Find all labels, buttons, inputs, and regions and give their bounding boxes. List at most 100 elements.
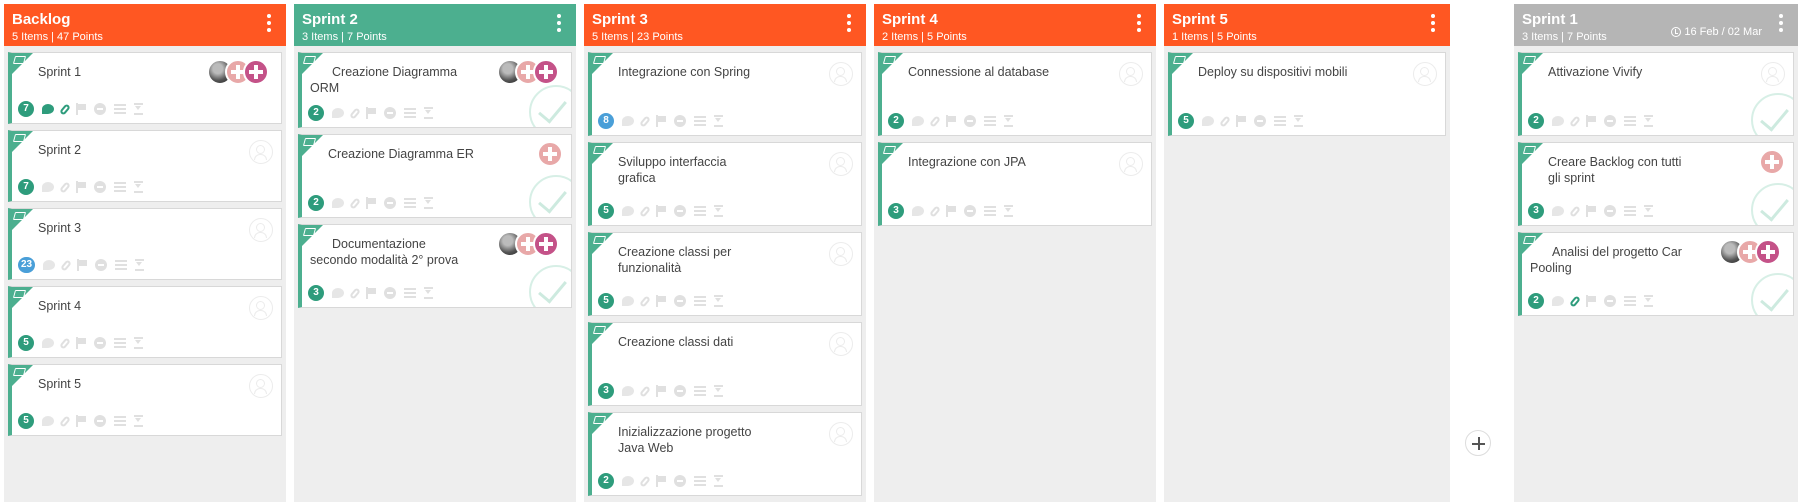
paperclip-icon[interactable] — [59, 102, 71, 116]
add-user-icon[interactable] — [249, 374, 273, 398]
block-icon[interactable] — [384, 107, 396, 119]
comment-icon[interactable] — [42, 182, 54, 192]
assignees[interactable] — [497, 59, 563, 85]
comment-icon[interactable] — [1202, 116, 1214, 126]
hourglass-icon[interactable] — [1004, 205, 1013, 217]
hourglass-icon[interactable] — [134, 181, 143, 193]
column-header[interactable]: Sprint 3 5 Items | 23 Points — [584, 4, 866, 46]
hourglass-icon[interactable] — [714, 295, 723, 307]
paperclip-icon[interactable] — [349, 106, 361, 120]
comment-icon[interactable] — [622, 476, 634, 486]
block-icon[interactable] — [94, 181, 106, 193]
comment-icon[interactable] — [43, 260, 56, 270]
assignees[interactable] — [1759, 149, 1785, 175]
list-icon[interactable] — [694, 295, 706, 307]
comment-icon[interactable] — [622, 296, 634, 306]
paperclip-icon[interactable] — [1569, 114, 1581, 128]
flag-icon[interactable] — [77, 259, 88, 271]
flag-icon[interactable] — [656, 115, 666, 127]
comment-icon[interactable] — [42, 338, 54, 348]
list-icon[interactable] — [694, 385, 706, 397]
paperclip-icon[interactable] — [59, 336, 71, 350]
column-header[interactable]: Sprint 4 2 Items | 5 Points — [874, 4, 1156, 46]
more-vertical-icon[interactable] — [846, 14, 852, 36]
block-icon[interactable] — [674, 115, 686, 127]
flag-icon[interactable] — [366, 197, 376, 209]
block-icon[interactable] — [674, 205, 686, 217]
flag-icon[interactable] — [1586, 295, 1596, 307]
comment-icon[interactable] — [332, 198, 344, 208]
hourglass-icon[interactable] — [1644, 115, 1653, 127]
add-user-icon[interactable] — [249, 140, 273, 164]
story-card[interactable]: Creazione classi dati 3 — [588, 322, 862, 406]
hourglass-icon[interactable] — [714, 115, 723, 127]
story-card[interactable]: Sprint 4 5 — [8, 286, 282, 358]
flag-icon[interactable] — [1586, 115, 1596, 127]
hourglass-icon[interactable] — [134, 337, 143, 349]
paperclip-icon[interactable] — [60, 258, 72, 272]
more-vertical-icon[interactable] — [266, 14, 272, 36]
comment-icon[interactable] — [332, 108, 344, 118]
block-icon[interactable] — [964, 205, 976, 217]
story-card[interactable]: Integrazione con JPA 3 — [878, 142, 1152, 226]
hourglass-icon[interactable] — [1294, 115, 1303, 127]
flag-icon[interactable] — [1586, 205, 1596, 217]
flag-icon[interactable] — [1236, 115, 1246, 127]
block-icon[interactable] — [674, 295, 686, 307]
hourglass-icon[interactable] — [424, 287, 433, 299]
block-icon[interactable] — [1604, 295, 1616, 307]
hourglass-icon[interactable] — [134, 415, 143, 427]
block-icon[interactable] — [674, 475, 686, 487]
story-card[interactable]: Integrazione con Spring 8 — [588, 52, 862, 136]
list-icon[interactable] — [694, 205, 706, 217]
flag-icon[interactable] — [946, 205, 956, 217]
list-icon[interactable] — [1624, 115, 1636, 127]
hourglass-icon[interactable] — [134, 103, 143, 115]
flag-icon[interactable] — [76, 103, 86, 115]
more-vertical-icon[interactable] — [1430, 14, 1436, 36]
list-icon[interactable] — [694, 115, 706, 127]
add-user-icon[interactable] — [1761, 62, 1785, 86]
block-icon[interactable] — [1254, 115, 1266, 127]
hourglass-icon[interactable] — [424, 197, 433, 209]
column-header[interactable]: Sprint 2 3 Items | 7 Points — [294, 4, 576, 46]
more-vertical-icon[interactable] — [1778, 14, 1784, 36]
add-user-icon[interactable] — [249, 218, 273, 242]
block-icon[interactable] — [384, 197, 396, 209]
list-icon[interactable] — [404, 287, 416, 299]
paperclip-icon[interactable] — [639, 294, 651, 308]
column-header[interactable]: Backlog 5 Items | 47 Points — [4, 4, 286, 46]
list-icon[interactable] — [114, 103, 126, 115]
flag-icon[interactable] — [656, 475, 666, 487]
story-card[interactable]: Analisi del progetto Car Pooling 2 — [1518, 232, 1794, 316]
paperclip-icon[interactable] — [349, 196, 361, 210]
list-icon[interactable] — [404, 197, 416, 209]
story-card[interactable]: Connessione al database 2 — [878, 52, 1152, 136]
story-card[interactable]: Sprint 1 7 — [8, 52, 282, 124]
add-user-icon[interactable] — [829, 332, 853, 356]
comment-icon[interactable] — [912, 206, 924, 216]
paperclip-icon[interactable] — [639, 474, 651, 488]
story-card[interactable]: Sprint 2 7 — [8, 130, 282, 202]
block-icon[interactable] — [94, 415, 106, 427]
comment-icon[interactable] — [332, 288, 344, 298]
hourglass-icon[interactable] — [714, 475, 723, 487]
block-icon[interactable] — [384, 287, 396, 299]
block-icon[interactable] — [674, 385, 686, 397]
paperclip-icon[interactable] — [639, 384, 651, 398]
list-icon[interactable] — [404, 107, 416, 119]
list-icon[interactable] — [984, 205, 996, 217]
comment-icon[interactable] — [912, 116, 924, 126]
comment-icon[interactable] — [1552, 206, 1564, 216]
comment-icon[interactable] — [1552, 296, 1564, 306]
add-user-icon[interactable] — [1413, 62, 1437, 86]
more-vertical-icon[interactable] — [556, 14, 562, 36]
comment-icon[interactable] — [42, 416, 54, 426]
flag-icon[interactable] — [76, 337, 86, 349]
add-user-icon[interactable] — [829, 422, 853, 446]
story-card[interactable]: Sprint 5 5 — [8, 364, 282, 436]
flag-icon[interactable] — [656, 205, 666, 217]
block-icon[interactable] — [964, 115, 976, 127]
block-icon[interactable] — [1604, 115, 1616, 127]
story-card[interactable]: Creare Backlog con tutti gli sprint 3 — [1518, 142, 1794, 226]
